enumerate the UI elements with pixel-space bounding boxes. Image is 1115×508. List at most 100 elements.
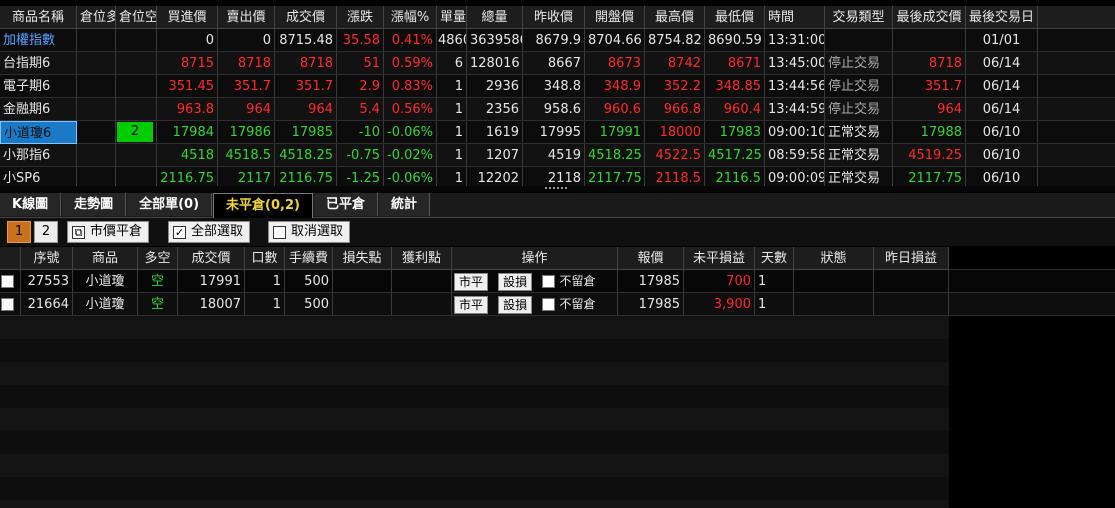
col-header-last[interactable]: 成交價	[275, 6, 337, 29]
set-stop-button[interactable]: 設損	[498, 272, 533, 291]
row-checkbox[interactable]	[1, 298, 14, 311]
quote-bid[interactable]: 2116.75	[157, 167, 218, 186]
cancel-select-button[interactable]: 取消選取	[268, 221, 351, 243]
quote-name[interactable]: 小那指6	[0, 144, 77, 167]
col-header-serial[interactable]: 序號	[21, 247, 73, 270]
tab-closed-positions[interactable]: 已平倉	[313, 193, 378, 216]
tab-statistics[interactable]: 統計	[378, 193, 430, 216]
col-header-total[interactable]: 總量	[467, 6, 523, 29]
quote-ask[interactable]: 4518.5	[218, 144, 275, 167]
quote-row[interactable]: 小SP6 2116.75 2117 2116.75 -1.25 -0.06% 1…	[0, 167, 1115, 186]
quote-ask[interactable]: 0	[218, 29, 275, 52]
quote-row[interactable]: 台指期6 8715 8718 8718 51 0.59% 6 128016 86…	[0, 52, 1115, 75]
quote-ask[interactable]: 964	[218, 98, 275, 121]
col-header-type[interactable]: 交易類型	[825, 6, 893, 29]
col-header-pnl[interactable]: 未平損益	[684, 247, 755, 270]
market-close-row-button[interactable]: 市平	[454, 295, 489, 314]
set-stop-button[interactable]: 設損	[498, 295, 533, 314]
position-stop[interactable]	[333, 270, 392, 293]
position-stop[interactable]	[333, 293, 392, 316]
page-2-button[interactable]: 2	[34, 221, 58, 243]
panel-splitter[interactable]	[0, 186, 1115, 192]
quote-bid[interactable]: 8715	[157, 52, 218, 75]
quote-last: 17985	[275, 121, 337, 144]
quote-row[interactable]: 金融期6 963.8 964 964 5.4 0.56% 1 2356 958.…	[0, 98, 1115, 121]
position-fee: 500	[285, 293, 333, 316]
quote-bid[interactable]: 351.45	[157, 75, 218, 98]
quote-ask[interactable]: 17986	[218, 121, 275, 144]
quote-name[interactable]: 電子期6	[0, 75, 77, 98]
col-header-quote[interactable]: 報價	[618, 247, 684, 270]
col-header-prev[interactable]: 昨收價	[523, 6, 585, 29]
quote-vol: 4860	[437, 29, 467, 52]
col-header-time[interactable]: 時間	[765, 6, 825, 29]
position-row[interactable]: 21664 小道瓊 空 18007 1 500 市平 設損 不留倉 17985 …	[0, 293, 1115, 316]
col-header-short[interactable]: 倉位空	[116, 6, 157, 29]
position-profit[interactable]	[392, 293, 452, 316]
quote-prev: 958.6	[523, 98, 585, 121]
short-position-badge[interactable]: 2	[117, 122, 153, 142]
quote-name[interactable]: 金融期6	[0, 98, 77, 121]
select-all-button[interactable]: ✓ 全部選取	[168, 221, 251, 243]
col-header-profit[interactable]: 獲利點	[392, 247, 452, 270]
col-header-pct[interactable]: 漲幅%	[384, 6, 437, 29]
col-header-vol[interactable]: 單量	[437, 6, 467, 29]
quote-bid[interactable]: 0	[157, 29, 218, 52]
col-header-change[interactable]: 漲跌	[337, 6, 384, 29]
col-header-long[interactable]: 倉位多	[77, 6, 116, 29]
quote-row[interactable]: 小那指6 4518 4518.5 4518.25 -0.75 -0.02% 1 …	[0, 144, 1115, 167]
tab-open-positions[interactable]: 未平倉(0,2)	[213, 193, 313, 218]
position-profit[interactable]	[392, 270, 452, 293]
quote-long	[77, 29, 116, 52]
quote-name[interactable]: 小SP6	[0, 167, 77, 186]
tab-kline[interactable]: K線圖	[0, 193, 62, 216]
col-header-open[interactable]: 開盤價	[585, 6, 645, 29]
splitter-grip-icon[interactable]	[545, 187, 567, 192]
market-close-row-button[interactable]: 市平	[454, 272, 489, 291]
quote-row-selected[interactable]: 小道瓊6 2 17984 17986 17985 -10 -0.06% 1 16…	[0, 121, 1115, 144]
col-header-status[interactable]: 狀態	[794, 247, 874, 270]
quote-lastd: 06/10	[966, 144, 1038, 167]
quote-ask[interactable]: 2117	[218, 167, 275, 186]
col-header-bid[interactable]: 買進價	[157, 6, 218, 29]
quote-name[interactable]: 台指期6	[0, 52, 77, 75]
col-header-fee[interactable]: 手續費	[285, 247, 333, 270]
quote-ask[interactable]: 351.7	[218, 75, 275, 98]
col-header-high[interactable]: 最高價	[645, 6, 705, 29]
col-header-stop[interactable]: 損失點	[333, 247, 392, 270]
tab-all-orders[interactable]: 全部單(0)	[127, 193, 213, 216]
positions-header-row: 序號 商品 多空 成交價 口數 手續費 損失點 獲利點 操作 報價 未平損益 天…	[0, 247, 1115, 270]
market-close-button[interactable]: ⧉ 市價平倉	[67, 221, 150, 243]
quote-ask[interactable]: 8718	[218, 52, 275, 75]
no-overnight-checkbox[interactable]	[542, 298, 556, 311]
col-header-name[interactable]: 商品名稱	[0, 6, 77, 29]
position-row[interactable]: 27553 小道瓊 空 17991 1 500 市平 設損 不留倉 17985 …	[0, 270, 1115, 293]
quote-name[interactable]: 小道瓊6	[0, 121, 77, 144]
col-header-days[interactable]: 天數	[755, 247, 794, 270]
col-header-lastp[interactable]: 最後成交價	[893, 6, 966, 29]
row-checkbox[interactable]	[1, 275, 14, 288]
col-header-operation[interactable]: 操作	[452, 247, 618, 270]
col-header-ask[interactable]: 賣出價	[218, 6, 275, 29]
col-header-qty[interactable]: 口數	[245, 247, 285, 270]
col-header-yday[interactable]: 昨日損益	[874, 247, 949, 270]
page-1-button[interactable]: 1	[7, 221, 31, 243]
col-header-lastd[interactable]: 最後交易日	[966, 6, 1038, 29]
quote-filler	[1038, 52, 1115, 75]
quote-bid[interactable]: 963.8	[157, 98, 218, 121]
col-header-side[interactable]: 多空	[138, 247, 178, 270]
col-header-price[interactable]: 成交價	[178, 247, 245, 270]
quote-name[interactable]: 加權指數	[0, 29, 77, 52]
quote-long	[77, 121, 116, 144]
quote-bid[interactable]: 4518	[157, 144, 218, 167]
quote-lastp: 4519.25	[893, 144, 966, 167]
quote-long	[77, 75, 116, 98]
quote-low: 348.85	[705, 75, 765, 98]
tab-trend[interactable]: 走勢圖	[62, 193, 127, 216]
quote-row[interactable]: 電子期6 351.45 351.7 351.7 2.9 0.83% 1 2936…	[0, 75, 1115, 98]
col-header-low[interactable]: 最低價	[705, 6, 765, 29]
quote-bid[interactable]: 17984	[157, 121, 218, 144]
quote-row[interactable]: 加權指數 0 0 8715.48 35.58 0.41% 4860 363958…	[0, 29, 1115, 52]
no-overnight-checkbox[interactable]	[542, 275, 556, 288]
col-header-product[interactable]: 商品	[73, 247, 138, 270]
